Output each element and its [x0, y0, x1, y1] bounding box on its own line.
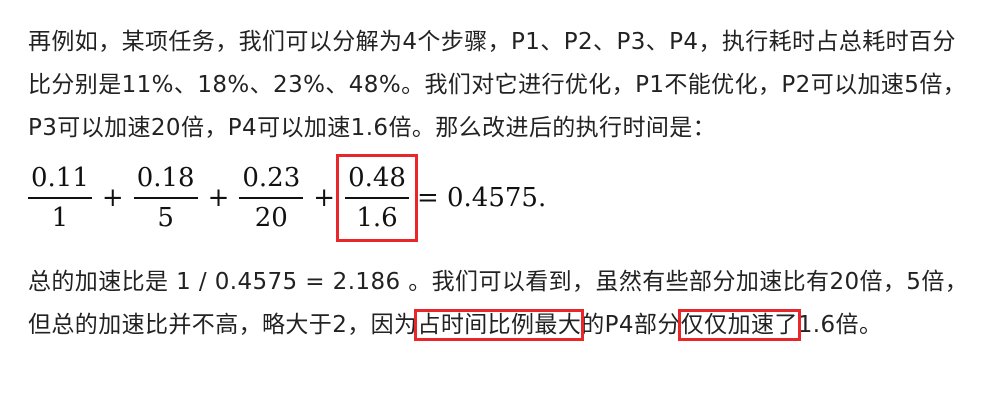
numerator: 0.48	[348, 163, 406, 193]
fraction-p3: 0.23 20	[239, 163, 304, 233]
numerator: 0.18	[136, 163, 195, 193]
numerator: 0.23	[242, 163, 301, 193]
denominator: 5	[157, 203, 174, 233]
plus-sign: +	[313, 183, 336, 213]
denominator: 1.6	[356, 203, 398, 233]
plus-sign: +	[207, 183, 230, 213]
fraction-p1: 0.11 1	[28, 163, 92, 233]
fraction-p4-highlighted: 0.48 1.6	[336, 154, 418, 242]
highlight-largest-share: 占时间比例最大	[414, 309, 585, 341]
speedup-formula: 0.11 1 + 0.18 5 + 0.23 20 + 0.48 1.6 = 0…	[24, 154, 552, 242]
denominator: 20	[254, 203, 288, 233]
denominator: 1	[51, 203, 69, 233]
conclusion-text-after: 1.6倍。	[797, 312, 883, 338]
highlight-only-accelerated: 仅仅加速了	[677, 309, 801, 341]
paragraph-intro: 再例如，某项任务，我们可以分解为4个步骤，P1、P2、P3、P4，执行耗时占总耗…	[28, 29, 967, 141]
fraction-p2: 0.18 5	[133, 163, 198, 233]
plus-sign: +	[101, 183, 124, 213]
conclusion-text-middle: 的P4部分	[581, 312, 681, 338]
numerator: 0.11	[31, 163, 89, 193]
paragraph-conclusion: 总的加速比是 1 / 0.4575 = 2.186 。我们可以看到，虽然有些部分…	[28, 261, 978, 347]
formula-result: = 0.4575.	[416, 183, 547, 213]
